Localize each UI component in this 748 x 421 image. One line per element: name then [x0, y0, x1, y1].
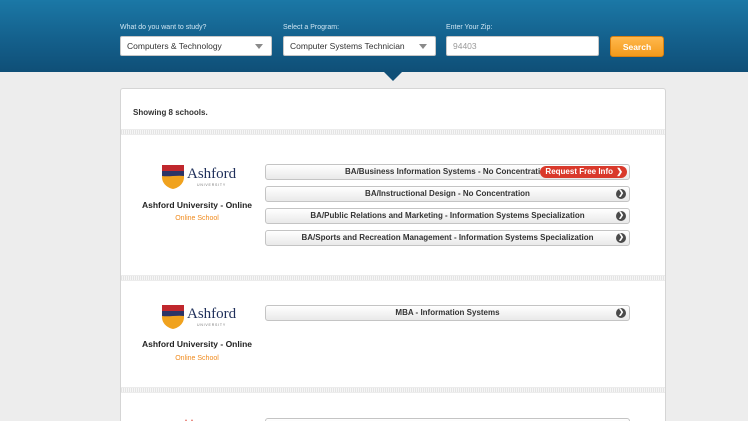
- zip-input[interactable]: [446, 36, 599, 56]
- arrow-right-icon: ❯: [616, 211, 626, 221]
- results-count: Showing 8 schools.: [133, 108, 208, 117]
- arrow-right-icon: ❯: [616, 189, 626, 199]
- school-type: Online School: [175, 355, 219, 362]
- chevron-down-icon: [419, 44, 427, 49]
- zip-label: Enter Your Zip:: [446, 24, 493, 31]
- study-select[interactable]: Computers & Technology: [120, 36, 272, 56]
- logo-wordmark: Ashford: [187, 166, 237, 182]
- program-label: MBA - Information Systems: [395, 308, 500, 317]
- arrow-right-icon: ❯: [616, 308, 626, 318]
- divider: [121, 129, 665, 135]
- search-header: What do you want to study? Computers & T…: [0, 0, 748, 81]
- program-button[interactable]: MBA - Information Systems ❯: [265, 305, 630, 321]
- divider: [121, 275, 665, 281]
- program-label: BA/Instructional Design - No Concentrati…: [365, 189, 530, 198]
- request-info-label: Request Free Info: [545, 167, 613, 176]
- chevron-down-icon: [255, 44, 263, 49]
- chevron-right-icon: ❯: [616, 167, 623, 176]
- logo-subtext: UNIVERSITY: [197, 183, 227, 187]
- study-select-value: Computers & Technology: [127, 41, 222, 51]
- program-button[interactable]: BA/Public Relations and Marketing - Info…: [265, 208, 630, 224]
- results-panel: Showing 8 schools. Ashford UNIVERSITY As…: [120, 88, 666, 421]
- divider: [121, 387, 665, 393]
- program-select-value: Computer Systems Technician: [290, 41, 405, 51]
- school-type: Online School: [175, 215, 219, 222]
- logo-wordmark: Ashford: [187, 306, 237, 322]
- school-name[interactable]: Ashford University - Online: [121, 339, 273, 349]
- arrow-right-icon: ❯: [616, 233, 626, 243]
- request-info-button[interactable]: Request Free Info ❯: [540, 166, 627, 178]
- shield-logo-icon: [162, 165, 184, 189]
- program-button[interactable]: BA/Sports and Recreation Management - In…: [265, 230, 630, 246]
- program-select[interactable]: Computer Systems Technician: [283, 36, 436, 56]
- program-label: Select a Program:: [283, 24, 340, 31]
- school-logo[interactable]: Ashford UNIVERSITY: [161, 304, 237, 332]
- logo-subtext: UNIVERSITY: [197, 323, 227, 327]
- school-name[interactable]: Ashford University - Online: [121, 200, 273, 210]
- school-logo[interactable]: Ashford UNIVERSITY: [161, 164, 237, 192]
- program-label: BA/Sports and Recreation Management - In…: [301, 233, 594, 242]
- shield-logo-icon: [162, 305, 184, 329]
- study-label: What do you want to study?: [120, 24, 207, 31]
- program-label: BA/Business Information Systems - No Con…: [345, 167, 550, 176]
- school-logo-icon[interactable]: [181, 417, 197, 421]
- program-button[interactable]: BA/Business Information Systems - No Con…: [265, 164, 630, 180]
- program-button[interactable]: BA/Instructional Design - No Concentrati…: [265, 186, 630, 202]
- search-button[interactable]: Search: [610, 36, 664, 57]
- program-label: BA/Public Relations and Marketing - Info…: [310, 211, 585, 220]
